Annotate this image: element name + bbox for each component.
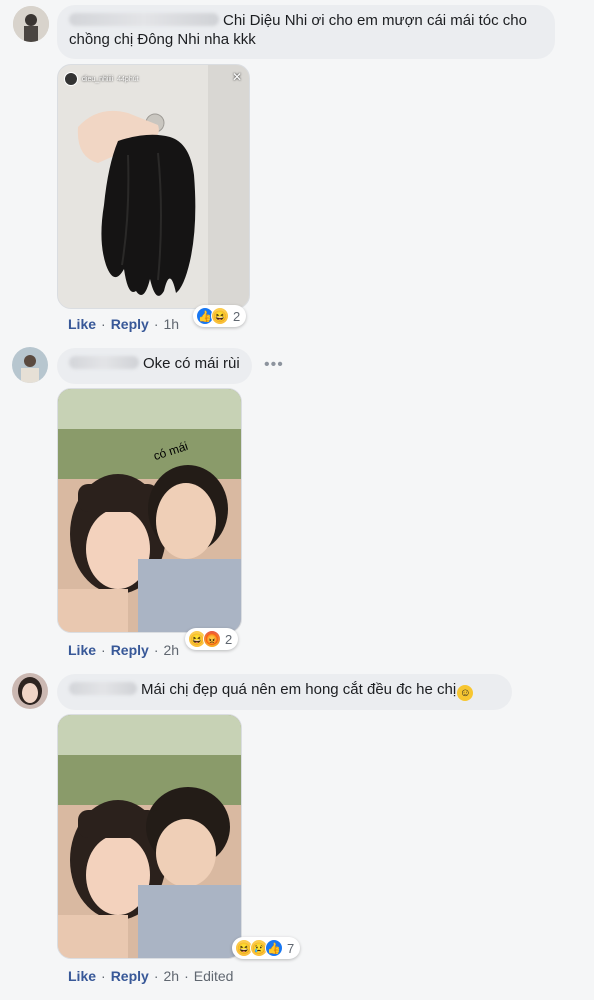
comment-text: Oke có mái rùi [143,355,240,372]
separator: · [101,968,106,984]
hair-extension-photo [58,65,249,308]
smile-emoji-icon: ☺ [457,685,474,701]
timestamp[interactable]: 1h [163,316,179,332]
reply-link[interactable]: Reply [111,968,149,984]
angry-reaction-icon: 😡 [203,630,221,648]
like-link[interactable]: Like [68,316,96,332]
like-link[interactable]: Like [68,968,96,984]
selfie-photo [58,715,241,958]
comment-text: Mái chị đẹp quá nên em hong cắt đều đc h… [141,681,457,698]
avatar-image [13,6,49,42]
commenter-avatar[interactable] [12,673,48,709]
more-options-icon[interactable]: ••• [264,356,284,374]
close-icon[interactable]: ✕ [232,70,242,84]
reaction-count: 7 [287,940,295,956]
comment-actions: Like · Reply · 1h [68,316,179,332]
timestamp[interactable]: 2h [163,642,179,658]
story-screenshot[interactable]: dieu_nhiiii 44phút ✕ [57,64,250,309]
like-reaction-icon: 👍 [265,939,283,957]
comment-actions: Like · Reply · 2h [68,642,179,658]
like-link[interactable]: Like [68,642,96,658]
avatar-image [12,347,48,383]
reaction-count: 2 [233,308,241,324]
redacted-name[interactable] [69,682,137,695]
reply-link[interactable]: Reply [111,642,149,658]
reaction-summary[interactable]: 😆 😡 2 [185,628,239,650]
commenter-avatar[interactable] [12,347,48,383]
story-header: dieu_nhiiii 44phút [64,72,139,86]
selfie-photo [58,389,241,632]
separator: · [101,316,106,332]
comment-bubble: Mái chị đẹp quá nên em hong cắt đều đc h… [57,674,512,710]
story-avatar[interactable] [64,72,78,86]
reaction-summary[interactable]: 👍 😆 2 [193,305,247,327]
commenter-avatar[interactable] [13,6,49,42]
comment-bubble: Chi Diệu Nhi ơi cho em mượn cái mái tóc … [57,5,555,59]
separator: · [153,968,159,984]
separator: · [153,642,159,658]
story-username[interactable]: dieu_nhiiii [82,76,113,83]
timestamp[interactable]: 2h [163,968,179,984]
story-time: 44phút [117,75,139,83]
avatar-image [12,673,48,709]
comment-photo[interactable] [57,714,242,959]
comment-photo[interactable]: có mái [57,388,242,633]
separator: · [153,316,159,332]
redacted-name[interactable] [69,13,219,26]
reaction-summary[interactable]: 😆 😢 👍 7 [232,937,301,959]
redacted-name[interactable] [69,356,139,369]
reply-link[interactable]: Reply [111,316,149,332]
haha-reaction-icon: 😆 [211,307,229,325]
separator: · [184,968,189,984]
edited-label[interactable]: Edited [194,968,234,984]
reaction-count: 2 [225,631,233,647]
comment-bubble: Oke có mái rùi [57,348,252,384]
separator: · [101,642,106,658]
comment-actions: Like · Reply · 2h · Edited [68,968,233,984]
